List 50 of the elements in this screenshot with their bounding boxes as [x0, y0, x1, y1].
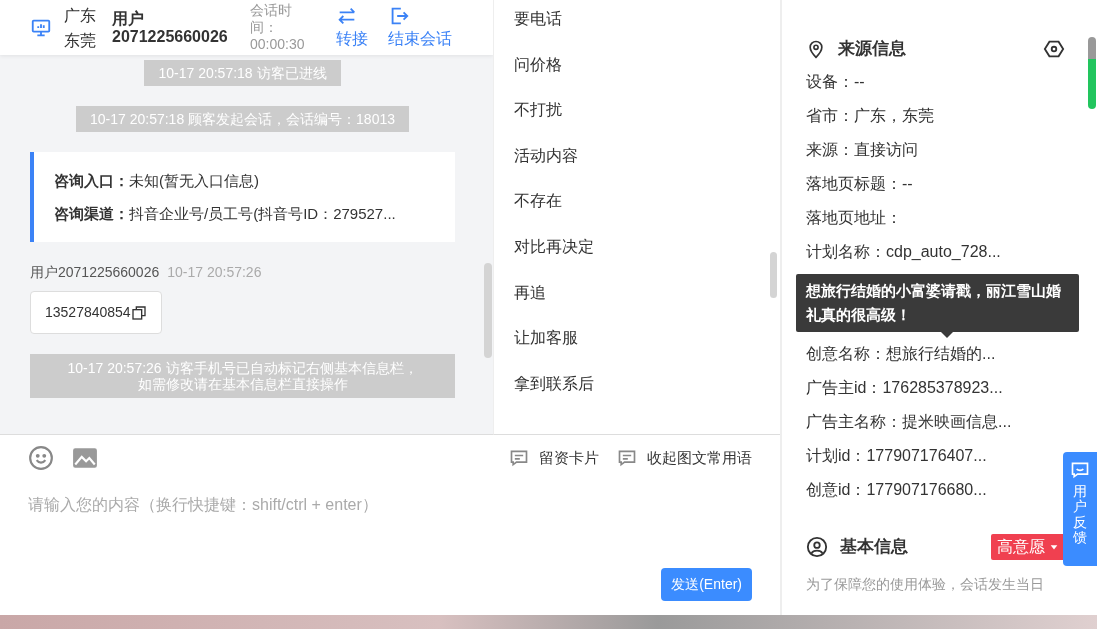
quick-phrase[interactable]: 再追	[514, 280, 760, 327]
chat-bubble-icon	[1070, 460, 1090, 480]
section-title: 来源信息	[838, 38, 906, 60]
info-row-text: 落地页标题：--	[806, 174, 913, 192]
person-circle-icon	[806, 535, 828, 558]
tooltip: 想旅行结婚的小富婆请戳，丽江雪山婚礼真的很高级！	[796, 273, 1079, 332]
info-row-text: 省市：广东，东莞	[806, 106, 934, 124]
info-row-text: 落地页地址：	[806, 208, 902, 226]
quick-phrase[interactable]: 不存在	[514, 189, 760, 235]
info-line: 咨询渠道：抖音企业号/员工号(抖音号ID：279527...	[54, 204, 397, 224]
info-row-text: 计划id：177907176407...	[806, 446, 987, 464]
location-pin-icon	[806, 38, 826, 59]
message-text: 13527840854	[45, 303, 131, 322]
copy-icon[interactable]	[130, 304, 147, 321]
quick-phrase[interactable]: 要电话	[514, 7, 760, 53]
info-row-text: 创意名称：想旅行结婚的...	[806, 344, 996, 362]
info-row-text: 广告主id：176285378923...	[806, 378, 1003, 396]
quick-phrase[interactable]: 拿到联系后	[514, 371, 760, 418]
image-icon[interactable]	[72, 445, 98, 471]
toolbar-button[interactable]: 留资卡片	[509, 446, 599, 470]
info-line: 咨询入口：未知(暂无入口信息)	[54, 171, 260, 191]
quick-phrase[interactable]: 让加客服	[514, 326, 760, 372]
scrollbar-thumb[interactable]	[1088, 37, 1096, 109]
quick-phrase[interactable]: 对比再决定	[514, 234, 760, 281]
info-row-text: 设备：--	[806, 72, 865, 90]
user-name: 用户 2071225660026	[112, 9, 229, 46]
quick-phrase[interactable]: 活动内容	[514, 143, 760, 190]
notice-text: 为了保障您的使用体验，会话发生当日	[806, 574, 1045, 594]
sender-name: 用户2071225660026	[30, 264, 160, 280]
message-input[interactable]: 请输入您的内容（换行快捷键：shift/ctrl + enter）	[28, 493, 752, 517]
toolbar-button[interactable]: 收起图文常用语	[617, 446, 752, 470]
scrollbar-thumb[interactable]	[484, 263, 492, 358]
info-row-text: 来源：直接访问	[806, 140, 918, 158]
info-row-text: 创意id：177907176680...	[806, 480, 987, 498]
scrollbar-thumb[interactable]	[770, 252, 777, 298]
chat-bubble-icon	[509, 448, 529, 468]
chat-bubble-icon	[617, 448, 637, 468]
end-session-button[interactable]: 结束会话	[388, 4, 452, 51]
quick-phrase[interactable]: 问价格	[514, 52, 760, 99]
tooltip-pointer-icon	[941, 331, 953, 338]
quick-phrase[interactable]: 不打扰	[514, 98, 760, 144]
location-text: 广东东莞	[64, 5, 97, 51]
section-title: 基本信息	[840, 535, 908, 558]
smiley-icon[interactable]	[28, 445, 54, 471]
message-time: 10-17 20:57:26	[167, 264, 262, 280]
intent-dropdown[interactable]: 高意愿	[991, 533, 1065, 560]
info-row-text: 计划名称：cdp_auto_728...	[806, 242, 1001, 260]
session-time: 会话时间：00:00:30	[250, 2, 306, 53]
transfer-button[interactable]: 转接	[336, 4, 368, 51]
info-row-text: 广告主名称：提米映画信息...	[806, 412, 1012, 430]
